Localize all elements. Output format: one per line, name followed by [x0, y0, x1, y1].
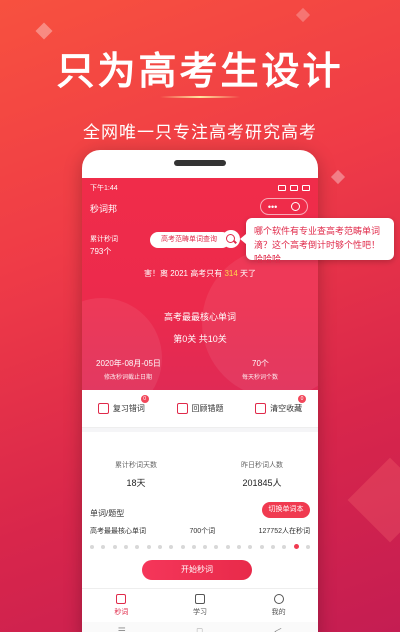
level-dot[interactable]: [180, 544, 185, 549]
level-dot[interactable]: [237, 544, 242, 549]
level-dot[interactable]: [135, 544, 140, 549]
menu-icon[interactable]: ☰: [118, 626, 126, 632]
deadline-label[interactable]: 修改秒词截止日期: [104, 372, 152, 381]
word-book-row: 高考最最核心单词 700个词 127752人在秒词: [90, 526, 310, 536]
total-words-label: 累计秒词: [90, 236, 118, 243]
tab-me[interactable]: 我的: [239, 589, 318, 622]
level-dot[interactable]: [191, 544, 196, 549]
status-bar: 下午1:44: [90, 182, 310, 194]
book-users: 127752人在秒词: [258, 528, 310, 535]
level-dot[interactable]: [101, 544, 106, 549]
count-badge: 0: [140, 395, 149, 403]
countdown-suffix: 天了: [237, 269, 257, 278]
stat-label: 昨日秒词人数: [241, 462, 283, 469]
battery-icon: [302, 185, 310, 191]
search-icon[interactable]: [222, 230, 240, 248]
stat-value: 201845人: [242, 478, 282, 488]
promo-headline: 只为高考生设计: [56, 49, 344, 93]
more-icon[interactable]: •••: [268, 202, 277, 212]
daily-count-label[interactable]: 每天秒词个数: [242, 372, 278, 381]
review-wrong-words-button[interactable]: 复习错词 0: [82, 390, 161, 427]
countdown-prefix: 害！离 2021 高考只有: [143, 269, 225, 278]
phone-speaker: [174, 160, 226, 166]
home-icon[interactable]: □: [197, 626, 202, 632]
headline-underline: [160, 96, 240, 98]
level-dot[interactable]: [90, 544, 94, 549]
decor-diamond: [35, 22, 53, 40]
tab-label: 学习: [193, 609, 207, 616]
flash-card-icon: [116, 594, 127, 604]
level-dot[interactable]: [146, 544, 151, 549]
level-dot[interactable]: [123, 544, 128, 549]
daily-count[interactable]: 70个: [252, 358, 269, 369]
level-dot[interactable]: [214, 544, 219, 549]
book-icon: [97, 403, 109, 414]
promo-subline: 全网唯一只专注高考研究高考: [83, 123, 317, 143]
level-dots[interactable]: [90, 544, 310, 549]
level-dot[interactable]: [305, 544, 310, 549]
level-dot[interactable]: [282, 544, 287, 549]
action-label: 回顾错题: [191, 404, 224, 413]
user-icon: [273, 594, 284, 604]
word-book-panel: 单词/题型 切换单词本 高考最最核心单词 700个词 127752人在秒词 开始…: [82, 500, 318, 590]
system-nav-bar: ☰ □ ＜: [82, 622, 318, 632]
action-label: 清空收藏: [270, 404, 303, 413]
mini-program-capsule[interactable]: •••: [260, 198, 308, 215]
level-dot[interactable]: [225, 544, 230, 549]
decor-diamond: [295, 7, 311, 23]
stat-value: 18天: [126, 478, 146, 488]
clear-favorites-button[interactable]: 清空收藏 0: [239, 390, 318, 427]
book-name: 高考最最核心单词: [90, 528, 146, 535]
section-title: 单词/题型: [90, 509, 125, 518]
document-icon: [176, 403, 188, 414]
switch-book-button[interactable]: 切换单词本: [262, 502, 310, 518]
level-dot[interactable]: [293, 544, 299, 549]
book-count: 700个词: [189, 528, 216, 535]
level-dot[interactable]: [203, 544, 208, 549]
stat-users: 昨日秒词人数 201845人: [212, 460, 312, 489]
app-title: 秒词邦: [90, 204, 118, 214]
speech-bubble: 哪个软件有专业查高考范畴单词滴？这个高考倒计时够个性吧！哈哈哈: [240, 218, 394, 264]
level-progress: 第0关 共10关: [173, 334, 227, 344]
tab-words[interactable]: 秒词: [82, 589, 161, 622]
decor-diamond: [347, 457, 400, 543]
action-row: 复习错词 0 回顾错题 清空收藏 0: [82, 390, 318, 428]
action-label: 复习错词: [112, 404, 145, 413]
decor-diamond: [330, 169, 346, 185]
tab-study[interactable]: 学习: [161, 589, 240, 622]
start-button[interactable]: 开始秒词: [142, 560, 252, 580]
level-dot[interactable]: [259, 544, 264, 549]
count-badge: 0: [298, 395, 307, 403]
level-dot[interactable]: [169, 544, 174, 549]
hero-panel: 下午1:44 秒词邦 ••• 累计秒词 793个 高考范畴单词查询 害！离 20…: [82, 178, 318, 418]
level-dot[interactable]: [112, 544, 117, 549]
tab-bar: 秒词 学习 我的: [82, 588, 318, 622]
total-words-value: 793个: [90, 247, 112, 256]
trash-icon: [255, 403, 267, 414]
close-icon[interactable]: [291, 202, 301, 211]
stat-label: 累计秒词天数: [115, 462, 157, 469]
stats-panel: 累计秒词天数 18天 昨日秒词人数 201845人: [82, 432, 318, 502]
word-search-input[interactable]: 高考范畴单词查询: [150, 232, 230, 248]
back-icon[interactable]: ＜: [273, 625, 282, 632]
wifi-icon: [290, 185, 298, 191]
core-words-title: 高考最最核心单词: [163, 312, 236, 322]
status-time: 下午1:44: [90, 185, 118, 192]
exam-countdown: 害！离 2021 高考只有 314 天了: [82, 268, 318, 279]
tab-label: 我的: [271, 609, 286, 616]
signal-icon: [278, 185, 286, 191]
stat-days: 累计秒词天数 18天: [86, 460, 186, 489]
review-wrong-questions-button[interactable]: 回顾错题: [161, 390, 240, 427]
graduation-cap-icon: [195, 594, 205, 604]
level-dot[interactable]: [271, 544, 275, 549]
countdown-days: 314: [224, 269, 238, 278]
level-dot[interactable]: [157, 544, 162, 549]
deadline-date[interactable]: 2020年-08月-05日: [96, 358, 161, 369]
tab-label: 秒词: [114, 609, 129, 616]
status-icons: [278, 185, 310, 191]
level-dot[interactable]: [248, 544, 253, 549]
